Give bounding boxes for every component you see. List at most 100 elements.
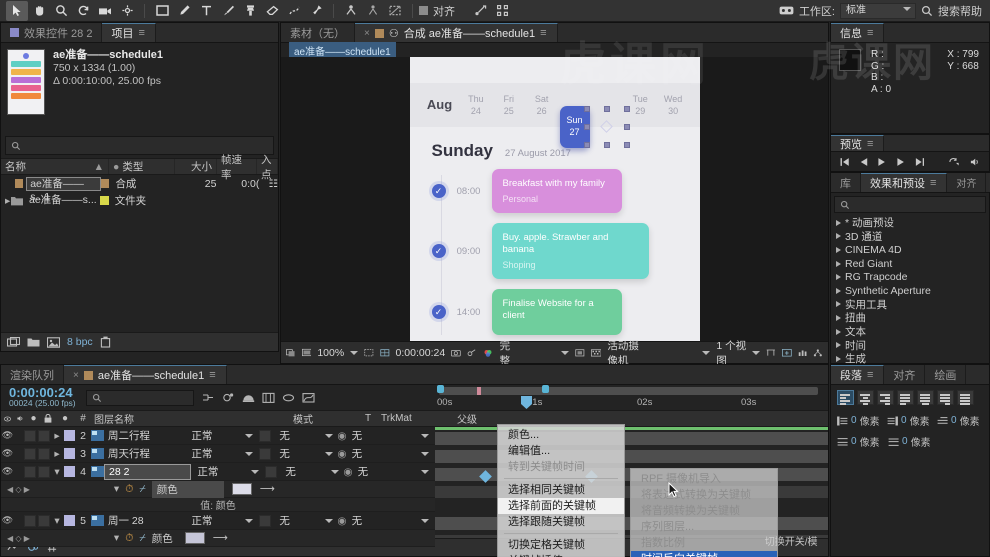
indent-left-field[interactable]: 0 像素 bbox=[837, 413, 883, 428]
property-row[interactable]: ◀ ◇ ▶ ▾ ⏱ ⌿ 颜色 ⟶ bbox=[1, 480, 435, 498]
panel-menu-icon[interactable]: ≡ bbox=[867, 369, 874, 381]
space-before-field[interactable]: 0 像素 bbox=[837, 434, 884, 449]
context-menu-secondary[interactable]: RPF 摄像机导入 将表达式转换为关键帧 将音频转换为关键帧 序列图层... 指… bbox=[630, 468, 778, 557]
list-item[interactable]: RG Trapcode bbox=[831, 270, 989, 284]
work-area-bar[interactable] bbox=[439, 387, 818, 395]
trkmat-header[interactable]: TrkMat bbox=[378, 411, 454, 426]
chevron-down-icon[interactable] bbox=[752, 350, 761, 355]
brush-tool[interactable] bbox=[217, 1, 239, 21]
layer-bar[interactable] bbox=[435, 450, 828, 463]
expand-triangle-icon[interactable] bbox=[836, 287, 841, 294]
panel-menu-icon[interactable]: ≡ bbox=[540, 27, 547, 39]
layer-mode-dropdown[interactable]: 正常 bbox=[197, 464, 265, 479]
audio-toggle[interactable] bbox=[24, 465, 36, 478]
always-preview-icon[interactable] bbox=[286, 347, 296, 359]
layer-label-color[interactable] bbox=[64, 430, 75, 441]
expand-triangle-icon[interactable] bbox=[836, 342, 841, 349]
color-swatch[interactable] bbox=[184, 532, 205, 544]
search-icon[interactable] bbox=[921, 5, 933, 17]
check-icon[interactable]: ✓ bbox=[431, 305, 446, 319]
space-after-field[interactable]: 0 像素 bbox=[888, 434, 935, 449]
keyframe-navigator[interactable]: ◀ ◇ ▶ bbox=[1, 534, 30, 543]
keyframe-navigator[interactable]: ◀ ◇ ▶ bbox=[1, 485, 30, 494]
eraser-tool[interactable] bbox=[261, 1, 283, 21]
parent-pickwhip-icon[interactable]: ◉ bbox=[337, 515, 346, 527]
collapse-triangle-icon[interactable]: ▾ bbox=[114, 532, 119, 544]
list-item[interactable]: CINEMA 4D bbox=[831, 243, 989, 257]
main-viewer-icon[interactable] bbox=[301, 347, 312, 359]
region-of-interest-icon[interactable] bbox=[364, 347, 374, 359]
mask-toggle-tool[interactable] bbox=[384, 1, 406, 21]
graph-editor-icon[interactable]: ⌿ bbox=[139, 532, 145, 545]
resolution-value[interactable]: 完整 bbox=[500, 338, 516, 368]
list-item[interactable]: Red Giant bbox=[831, 257, 989, 271]
transparency-grid-icon[interactable] bbox=[590, 347, 602, 359]
solo-toggle[interactable] bbox=[38, 514, 50, 527]
expand-triangle-icon[interactable] bbox=[836, 328, 841, 335]
align-right-button[interactable] bbox=[877, 390, 894, 405]
effects-search-input[interactable] bbox=[834, 196, 986, 213]
list-item[interactable]: 文本 bbox=[831, 325, 989, 339]
effects-category-list[interactable]: * 动画预设 3D 通道 CINEMA 4D Red Giant RG Trap… bbox=[831, 216, 989, 364]
tab-footage[interactable]: 素材（无） bbox=[281, 23, 355, 42]
anchor-snap-tool[interactable] bbox=[362, 1, 384, 21]
solo-toggle[interactable] bbox=[38, 429, 50, 442]
preserve-transparency-toggle[interactable] bbox=[259, 429, 272, 442]
event-card[interactable]: Breakfast with my family Personal bbox=[491, 169, 622, 213]
column-in[interactable]: 入点 bbox=[257, 154, 278, 181]
tab-library[interactable]: 库 bbox=[831, 173, 861, 192]
stopwatch-icon[interactable]: ⏱ bbox=[125, 532, 133, 545]
grid-tool[interactable] bbox=[491, 1, 513, 21]
work-area-start-handle[interactable] bbox=[437, 385, 444, 393]
table-row[interactable]: ▸ ae准备——s... 文件夹 bbox=[1, 192, 278, 209]
composition-flow-icon[interactable]: ☷ bbox=[269, 178, 278, 190]
layer-mode-dropdown[interactable]: 正常 bbox=[191, 428, 259, 443]
previous-frame-icon[interactable] bbox=[859, 157, 869, 167]
list-item[interactable]: 生成 bbox=[831, 352, 989, 364]
panel-menu-icon[interactable]: ≡ bbox=[930, 177, 937, 189]
expand-triangle-icon[interactable] bbox=[836, 274, 841, 281]
camera-value[interactable]: 活动摄像机 bbox=[607, 338, 646, 368]
list-item[interactable]: Synthetic Aperture bbox=[831, 284, 989, 298]
loop-icon[interactable] bbox=[949, 157, 960, 167]
chevron-down-icon[interactable] bbox=[350, 350, 359, 355]
panel-menu-icon[interactable]: ≡ bbox=[867, 138, 874, 150]
list-item[interactable]: ✓ 14:00 Finalise Website for a client bbox=[431, 289, 700, 335]
video-toggle[interactable]: 👁 bbox=[1, 448, 14, 459]
align-center-button[interactable] bbox=[857, 390, 874, 405]
clone-stamp-tool[interactable] bbox=[239, 1, 261, 21]
expand-triangle-icon[interactable] bbox=[836, 233, 841, 240]
tab-composition[interactable]: × ⚇ 合成 ae准备——schedule1 ≡ bbox=[355, 23, 558, 42]
expand-triangle-icon[interactable] bbox=[836, 246, 841, 253]
tab-preview[interactable]: 预览 ≡ bbox=[831, 135, 885, 151]
collapse-triangle-icon[interactable]: ▾ bbox=[50, 466, 64, 478]
preserve-transparency-header[interactable]: T bbox=[358, 411, 378, 426]
list-item[interactable]: ✓ 08:00 Breakfast with my family Persona… bbox=[431, 169, 700, 213]
parent-pickwhip-icon[interactable]: ◉ bbox=[337, 448, 346, 460]
expand-triangle-icon[interactable]: ▸ bbox=[50, 448, 64, 460]
video-toggle[interactable]: 👁 bbox=[1, 466, 14, 477]
audio-toggle[interactable] bbox=[24, 514, 36, 527]
list-item[interactable]: 实用工具 bbox=[831, 298, 989, 312]
tab-info[interactable]: 信息 ≡ bbox=[831, 23, 885, 42]
tab-paragraph[interactable]: 段落 ≡ bbox=[831, 365, 885, 384]
pen-tool[interactable] bbox=[173, 1, 195, 21]
tab-align[interactable]: 对齐 bbox=[947, 173, 987, 192]
solo-toggle[interactable] bbox=[38, 465, 50, 478]
column-type[interactable]: ● 类型 bbox=[109, 159, 175, 174]
indent-right-field[interactable]: 0 像素 bbox=[887, 413, 933, 428]
roto-brush-tool[interactable] bbox=[283, 1, 305, 21]
snapshot-icon[interactable] bbox=[451, 347, 461, 359]
grid-guides-icon[interactable] bbox=[380, 347, 390, 359]
hand-tool[interactable] bbox=[28, 1, 50, 21]
workspace-select[interactable]: 标准 bbox=[840, 2, 916, 22]
breadcrumb-comp[interactable]: ae准备——schedule1 bbox=[289, 41, 396, 59]
rotation-tool[interactable] bbox=[72, 1, 94, 21]
table-row[interactable]: 👁 ▸ 2 周二行程 正常 无 ◉ 无 bbox=[1, 427, 435, 445]
folder-expand-triangle-icon[interactable]: ▸ bbox=[1, 195, 11, 207]
layer-selection-box[interactable] bbox=[584, 106, 631, 148]
table-row[interactable]: 👁 ▸ 3 周天行程 正常 无 ◉ 无 bbox=[1, 445, 435, 463]
expand-triangle-icon[interactable] bbox=[836, 355, 841, 362]
menu-item-select-previous-keyframes[interactable]: 选择前面的关键帧 bbox=[498, 498, 624, 514]
column-size[interactable]: 大小 bbox=[175, 159, 217, 174]
